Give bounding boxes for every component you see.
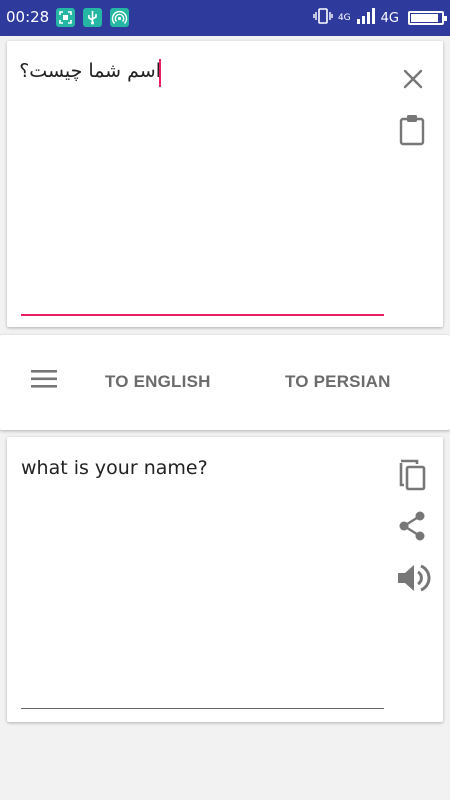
vibrate-icon: [313, 7, 333, 29]
paste-icon[interactable]: [399, 114, 425, 146]
battery-level: [411, 14, 438, 22]
hamburger-icon[interactable]: [31, 369, 57, 393]
network-type: 4G: [380, 10, 399, 26]
share-icon[interactable]: [397, 510, 427, 542]
status-bar: 00:28 4G 4G: [0, 0, 450, 36]
copy-icon[interactable]: [397, 457, 427, 491]
source-text-input[interactable]: اسم شما چیست؟: [19, 60, 161, 82]
input-underline: [21, 314, 384, 316]
output-card: what is your name?: [7, 437, 443, 722]
close-icon[interactable]: [401, 67, 425, 91]
hotspot-icon: [110, 8, 129, 27]
network-small: 4G: [337, 12, 351, 23]
status-right: 4G 4G: [313, 7, 447, 29]
signal-icon: [356, 7, 376, 29]
status-time: 00:28: [6, 8, 50, 26]
text-cursor: [159, 59, 161, 87]
output-underline: [21, 708, 384, 709]
input-card: اسم شما چیست؟: [7, 41, 443, 327]
to-persian-button[interactable]: TO PERSIAN: [285, 372, 391, 392]
screenshot-icon: [56, 8, 75, 27]
battery-icon: [408, 11, 447, 25]
translated-text: what is your name?: [21, 457, 208, 479]
usb-icon: [83, 8, 102, 27]
direction-bar: TO ENGLISH TO PERSIAN: [0, 335, 450, 430]
volume-icon[interactable]: [395, 560, 431, 596]
to-english-button[interactable]: TO ENGLISH: [105, 372, 211, 392]
